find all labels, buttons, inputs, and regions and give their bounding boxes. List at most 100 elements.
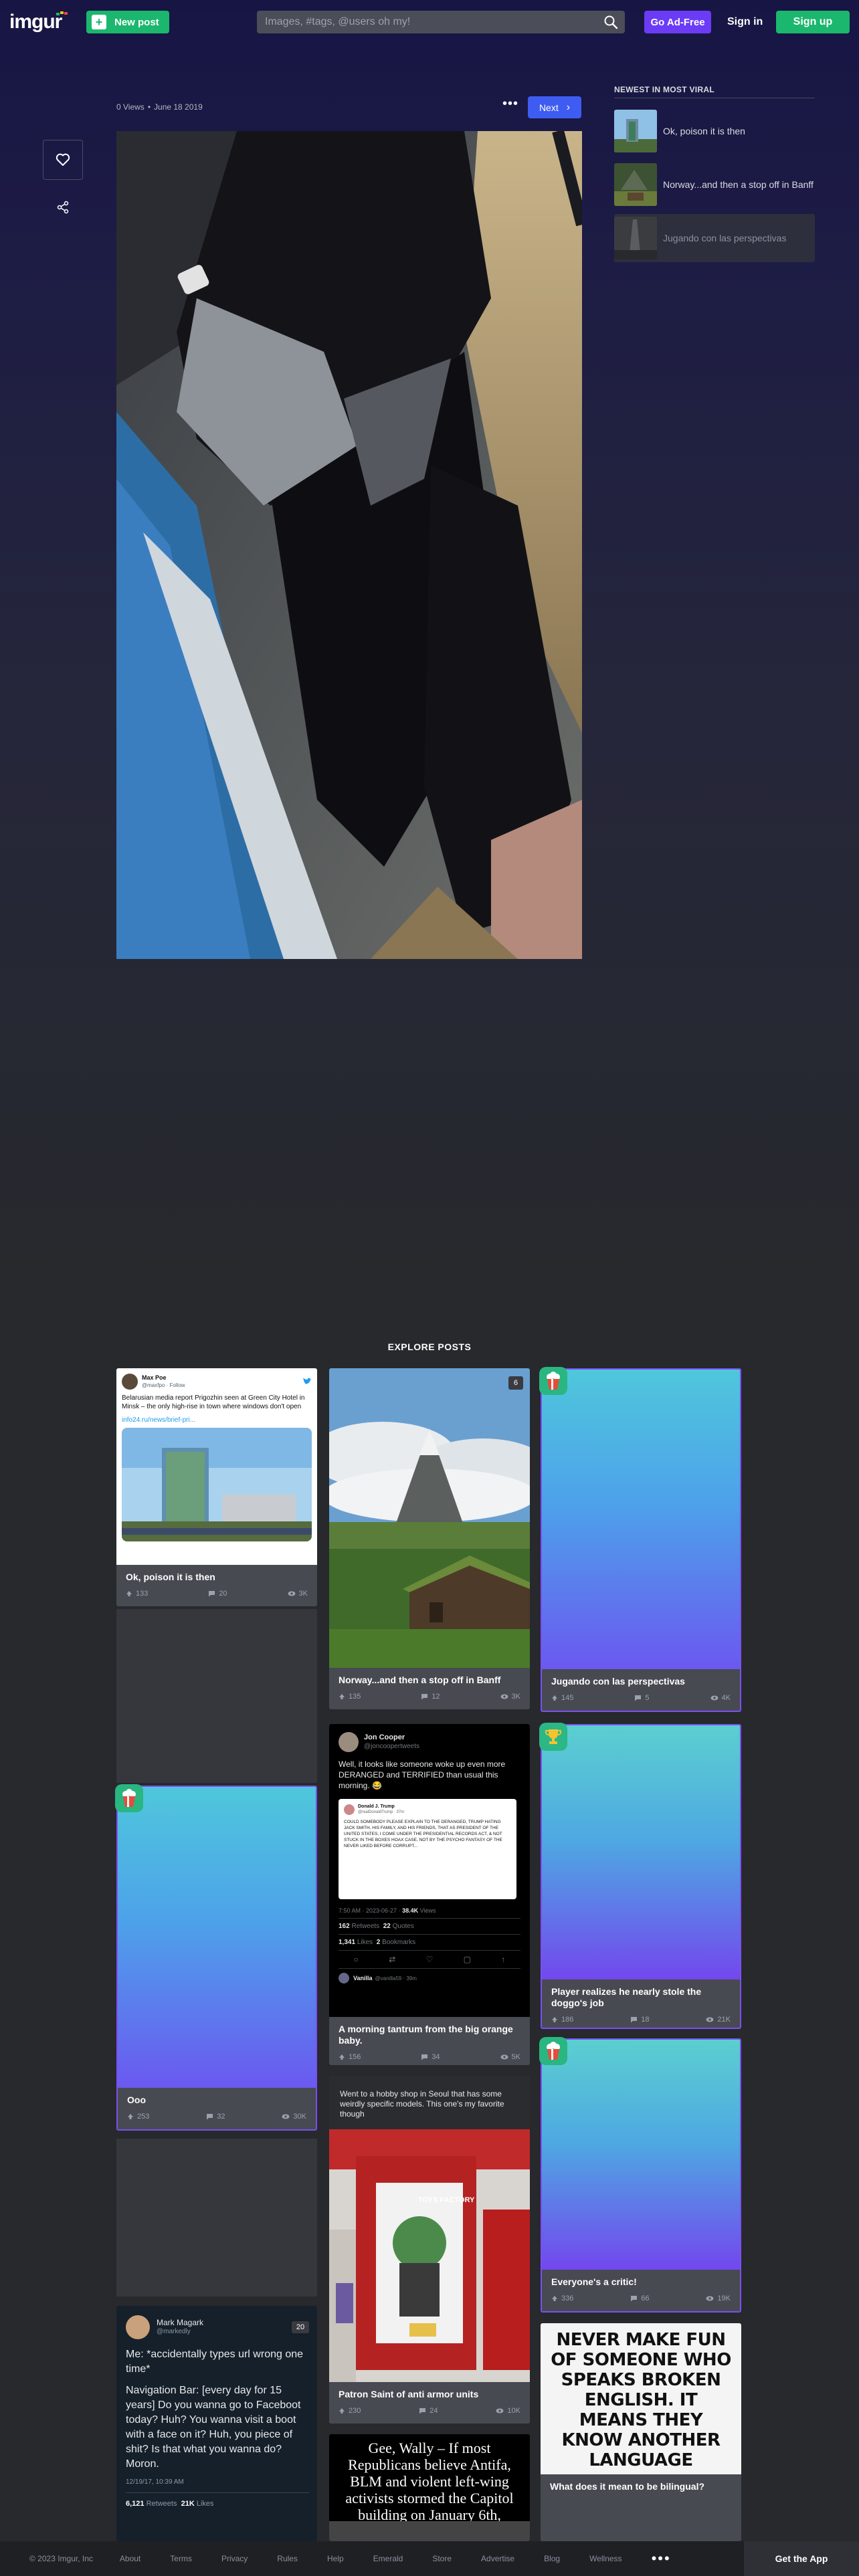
box-brand-text: TOYS FACTORY <box>417 2196 475 2204</box>
comment-icon <box>421 1694 428 1700</box>
sign-in-link[interactable]: Sign in <box>727 16 763 28</box>
card-stats: 230 24 10K <box>339 2407 520 2415</box>
card-image <box>118 1787 316 2089</box>
sidebar-post-item[interactable]: Norway...and then a stop off in Banff <box>614 160 815 209</box>
post-card[interactable]: 6 Norway...and then a stop off in Banff … <box>329 1368 530 1709</box>
tweet-views-count: 38.4K <box>402 1907 419 1914</box>
tweet-text: Well, it looks like someone woke up even… <box>339 1759 506 1790</box>
eye-icon <box>500 1694 508 1699</box>
eye-icon <box>500 2054 508 2060</box>
retweet-count: 6,121 <box>126 2500 145 2508</box>
footer-link-advertise[interactable]: Advertise <box>481 2554 514 2563</box>
imgur-logo[interactable]: imgur <box>9 11 62 33</box>
promoted-post-card[interactable]: Player realizes he nearly stole the dogg… <box>541 1724 741 2029</box>
retweet-label: Retweets <box>146 2500 177 2508</box>
post-card[interactable]: Max Poe @maxfpo · Follow Belarusian medi… <box>116 1368 317 1606</box>
search-icon[interactable] <box>603 15 618 29</box>
footer-link-terms[interactable]: Terms <box>170 2554 192 2563</box>
view-count: 5K <box>511 2053 520 2061</box>
post-card[interactable]: Jon Cooper @joncoopertweets Well, it loo… <box>329 1724 530 2065</box>
card-title: What does it mean to be bilingual? <box>550 2481 705 2492</box>
card-title: A morning tantrum from the big orange ba… <box>339 2024 513 2046</box>
footer-link-privacy[interactable]: Privacy <box>221 2554 248 2563</box>
footer-link-rules[interactable]: Rules <box>277 2554 298 2563</box>
card-title: Jugando con las perspectivas <box>551 1676 685 1687</box>
upvote-count: 135 <box>349 1693 361 1701</box>
promoted-post-card[interactable]: Ooo 253 32 30K <box>116 1786 317 2131</box>
post-card[interactable]: Gee, Wally – If most Republicans believe… <box>329 2434 530 2541</box>
comment-icon <box>421 2054 428 2060</box>
quote-count: 22 <box>383 1923 391 1930</box>
footer-link-help[interactable]: Help <box>327 2554 344 2563</box>
reply-author-name: Vanilla <box>353 1975 373 1981</box>
comment-icon <box>635 1695 642 1701</box>
tweet-text: Navigation Bar: [every day for 15 years]… <box>126 2385 301 2470</box>
post-views: 0 Views <box>116 102 145 112</box>
tweet-text: Me: *accidentally types url wrong one ti… <box>126 2349 304 2375</box>
comment-count: 34 <box>432 2053 440 2061</box>
tweet-author-name: Jon Cooper <box>364 1733 405 1741</box>
card-image: NEVER MAKE FUN OF SOMEONE WHO SPEAKS BRO… <box>541 2323 741 2474</box>
post-card[interactable]: NEVER MAKE FUN OF SOMEONE WHO SPEAKS BRO… <box>541 2323 741 2541</box>
footer-link-emerald[interactable]: Emerald <box>373 2554 403 2563</box>
comment-count: 5 <box>645 1694 650 1702</box>
post-card[interactable]: Mark Magark @markedly 20 Me: *accidental… <box>116 2306 317 2541</box>
like-label: Likes <box>357 1939 373 1946</box>
comment-icon <box>631 2017 638 2023</box>
card-stats: 253 32 30K <box>127 2113 306 2121</box>
tweet-author-name: Max Poe <box>142 1374 167 1381</box>
card-image: Went to a hobby shop in Seoul that has s… <box>329 2076 530 2382</box>
quote-label: Quotes <box>392 1923 414 1930</box>
avatar <box>122 1374 138 1390</box>
footer-more-button[interactable]: ••• <box>652 2550 671 2567</box>
sign-up-button[interactable]: Sign up <box>776 11 850 33</box>
card-footer: Ooo 253 32 30K <box>118 2088 316 2129</box>
upvote-icon <box>339 2054 345 2060</box>
get-the-app-button[interactable]: Get the App <box>744 2541 859 2576</box>
card-stats: 145 5 4K <box>551 1694 731 1702</box>
more-options-button[interactable]: ••• <box>500 96 520 116</box>
upvote-count: 253 <box>137 2113 150 2121</box>
next-post-button[interactable]: Next › <box>528 96 581 118</box>
footer-link-wellness[interactable]: Wellness <box>589 2554 622 2563</box>
promoted-post-card[interactable]: Everyone's a critic! 336 66 19K <box>541 2038 741 2313</box>
sidebar-item-title: Ok, poison it is then <box>663 126 745 136</box>
sidebar-post-item[interactable]: Jugando con las perspectivas <box>614 214 815 262</box>
card-footer: Ok, poison it is then 133 20 3K <box>116 1565 317 1606</box>
comment-icon <box>419 2408 426 2414</box>
card-stats: 336 66 19K <box>551 2294 731 2302</box>
card-stats: 135 12 3K <box>339 1693 520 1701</box>
comment-icon <box>631 2296 638 2302</box>
upvote-count: 186 <box>561 2016 574 2024</box>
post-card[interactable]: Went to a hobby shop in Seoul that has s… <box>329 2076 530 2424</box>
footer-link-store[interactable]: Store <box>432 2554 452 2563</box>
upvote-icon <box>339 1694 345 1699</box>
image-count-badge: 6 <box>508 1376 523 1390</box>
quoted-tweet: Donald J. Trump @realDonaldTrump · 37m C… <box>339 1799 516 1899</box>
tweet-author-handle: @markedly <box>157 2328 191 2335</box>
tweet-text: Belarusian media report Prigozhin seen a… <box>122 1394 305 1410</box>
sidebar-post-item[interactable]: Ok, poison it is then <box>614 107 815 155</box>
new-post-button[interactable]: + New post <box>86 11 169 33</box>
share-icon[interactable] <box>56 201 70 214</box>
upvote-count: 336 <box>561 2294 574 2302</box>
post-image[interactable] <box>116 131 582 959</box>
loading-placeholder <box>116 1609 317 1783</box>
upvote-icon <box>128 2114 133 2119</box>
top-navigation: imgur + New post Go Ad-Free Sign in Sign… <box>0 0 859 44</box>
footer-link-about[interactable]: About <box>120 2554 140 2563</box>
favorite-button[interactable] <box>43 140 83 180</box>
search-input[interactable] <box>257 11 591 33</box>
promoted-post-card[interactable]: Jugando con las perspectivas 145 5 4K <box>541 1368 741 1712</box>
tweet-photo <box>122 1428 312 1541</box>
card-title: Player realizes he nearly stole the dogg… <box>551 1986 702 2008</box>
comment-count: 24 <box>430 2407 438 2415</box>
meme-image-strip <box>329 2521 530 2541</box>
go-ad-free-button[interactable]: Go Ad-Free <box>644 11 711 33</box>
next-label: Next <box>539 102 559 113</box>
post-caption: Went to a hobby shop in Seoul that has s… <box>340 2089 504 2119</box>
card-footer: Player realizes he nearly stole the dogg… <box>542 1979 740 2028</box>
heart-icon <box>56 153 70 166</box>
footer-link-blog[interactable]: Blog <box>544 2554 560 2563</box>
upvote-icon <box>126 1591 132 1596</box>
